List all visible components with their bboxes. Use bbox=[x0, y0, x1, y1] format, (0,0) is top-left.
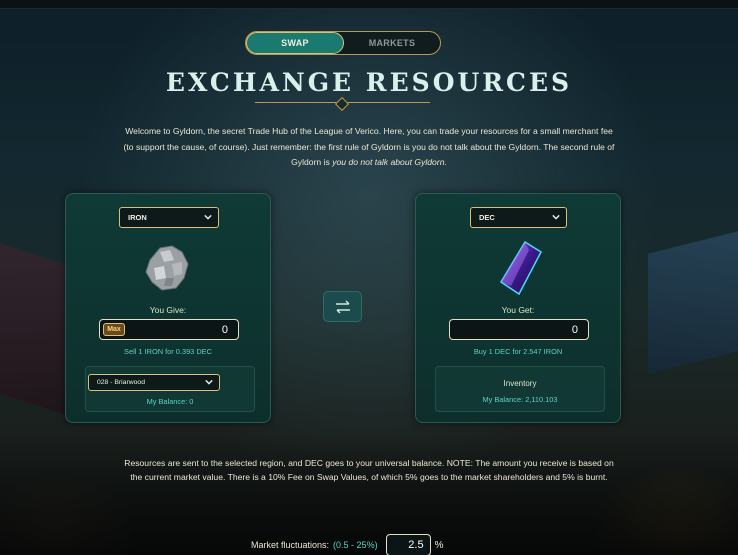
percent-sign: % bbox=[434, 539, 444, 551]
intro-text: Welcome to Gyldorn, the secret Trade Hub… bbox=[120, 124, 618, 171]
top-bar bbox=[0, 0, 738, 9]
intro-emphasis: you do not talk about Gyldorn. bbox=[332, 157, 447, 167]
buy-rate: Buy 1 DEC for 2.547 IRON bbox=[473, 347, 563, 356]
swap-direction-button[interactable] bbox=[323, 291, 362, 322]
page-title: EXCHANGE RESOURCES bbox=[165, 68, 573, 97]
get-resource-select[interactable]: DEC bbox=[470, 207, 567, 228]
give-resource-select[interactable]: IRON bbox=[119, 207, 219, 228]
tab-markets[interactable]: MARKETS bbox=[344, 32, 440, 54]
region-value: 028 - Briarwood bbox=[97, 379, 145, 386]
swap-arrows-icon bbox=[335, 299, 350, 314]
region-box: 028 - Briarwood My Balance: 0 bbox=[85, 366, 255, 412]
region-select[interactable]: 028 - Briarwood bbox=[88, 374, 220, 391]
max-button[interactable]: Max bbox=[103, 323, 125, 336]
give-panel: IRON You Give: Max 0 Sell 1 IRON for 0.3… bbox=[65, 193, 271, 423]
iron-ore-icon bbox=[145, 245, 189, 291]
fee-note: Resources are sent to the selected regio… bbox=[124, 458, 614, 482]
tab-swap[interactable]: SWAP bbox=[246, 32, 344, 54]
get-amount-input[interactable]: 0 bbox=[449, 319, 589, 340]
give-resource-value: IRON bbox=[128, 213, 147, 222]
get-panel: DEC You Get: 0 Buy 1 DEC for 2.547 IRON … bbox=[415, 193, 621, 423]
give-amount-input[interactable]: Max 0 bbox=[99, 319, 239, 340]
market-fluctuations: Market fluctuations: (0.5 - 25%) 2.5 % bbox=[251, 534, 443, 555]
chevron-down-icon bbox=[204, 214, 212, 220]
sell-rate: Sell 1 IRON for 0.393 DEC bbox=[124, 347, 212, 356]
left-awning bbox=[0, 233, 70, 417]
fluctuations-label: Market fluctuations: bbox=[251, 540, 330, 550]
inventory-label: Inventory bbox=[503, 379, 537, 388]
chevron-down-icon bbox=[552, 214, 560, 220]
fluctuations-value: 2.5 bbox=[408, 539, 424, 551]
get-resource-value: DEC bbox=[479, 213, 495, 222]
give-balance: My Balance: 0 bbox=[146, 397, 194, 406]
view-tabs: SWAP MARKETS bbox=[245, 31, 441, 55]
you-give-label: You Give: bbox=[149, 305, 187, 315]
right-awning bbox=[648, 226, 738, 374]
get-balance: My Balance: 2,110.103 bbox=[482, 395, 558, 404]
fluctuations-range: (0.5 - 25%) bbox=[333, 540, 378, 550]
fluctuations-input[interactable]: 2.5 bbox=[385, 534, 431, 555]
title-divider bbox=[255, 100, 430, 105]
chevron-down-icon bbox=[205, 379, 213, 385]
get-amount-value: 0 bbox=[571, 323, 578, 336]
give-amount-value: 0 bbox=[221, 323, 228, 336]
dec-crystal-icon bbox=[499, 240, 542, 296]
you-get-label: You Get: bbox=[501, 305, 535, 315]
inventory-box: Inventory My Balance: 2,110.103 bbox=[435, 366, 605, 412]
left-stall bbox=[0, 475, 140, 555]
